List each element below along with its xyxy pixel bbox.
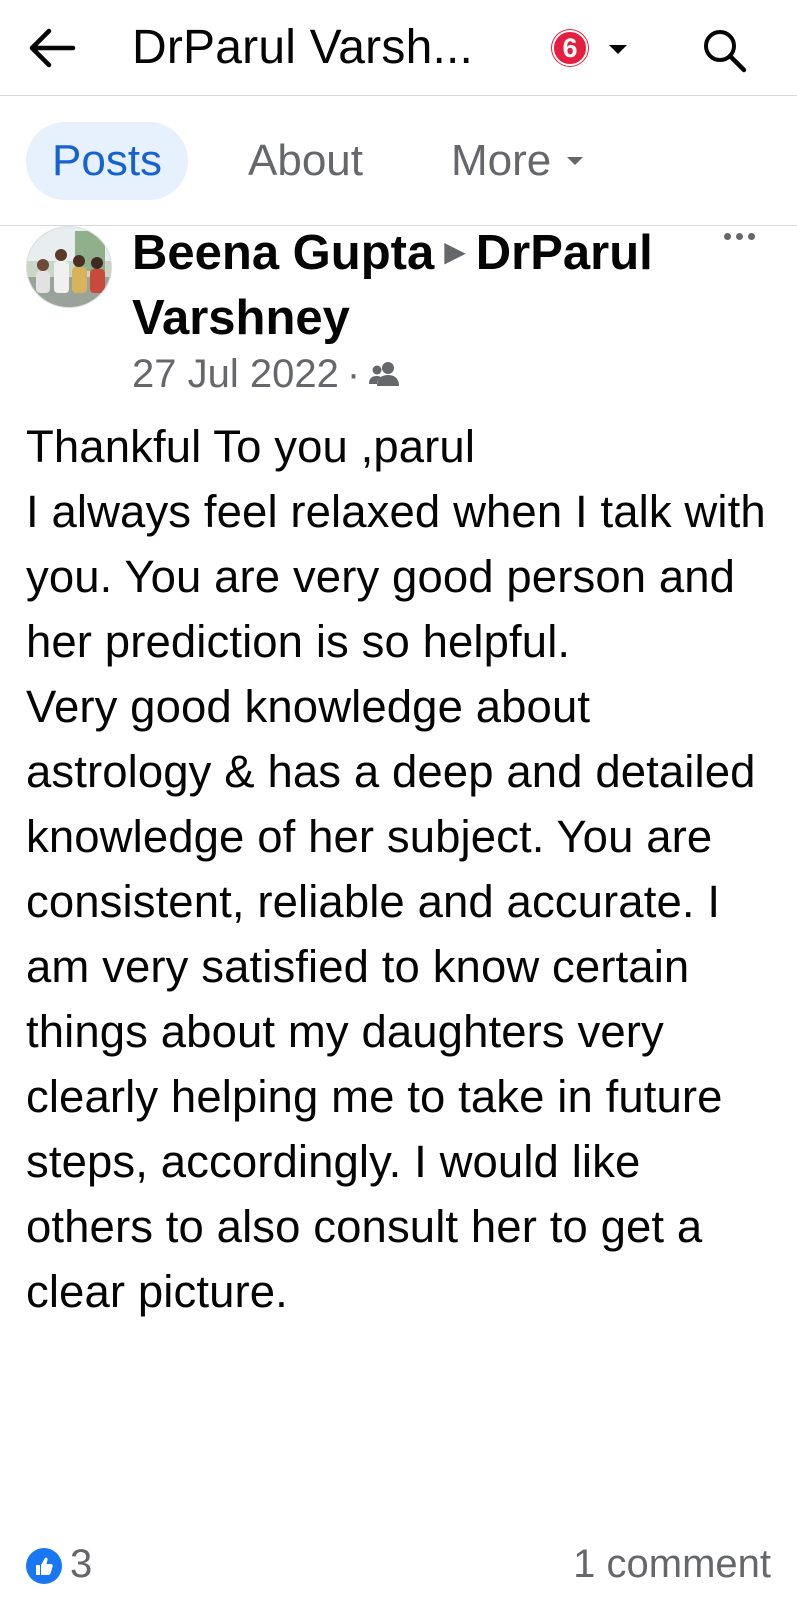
search-button[interactable] xyxy=(696,22,752,78)
meta-separator: · xyxy=(346,352,361,396)
post-options-button[interactable] xyxy=(714,218,764,254)
author-avatar[interactable] xyxy=(26,226,112,308)
page-title[interactable]: DrParul Varsh... xyxy=(132,18,473,78)
caret-down-icon xyxy=(609,45,627,54)
chevron-down-icon xyxy=(567,157,584,165)
back-arrow-icon xyxy=(29,28,76,68)
author-name[interactable]: Beena Gupta xyxy=(132,226,434,280)
title-dropdown-button[interactable] xyxy=(604,36,632,64)
search-icon xyxy=(704,30,747,73)
more-dots-icon-dot xyxy=(735,232,743,240)
arrow-right-icon: ▶ xyxy=(444,236,466,268)
reaction-summary[interactable]: 3 1 comment xyxy=(26,1542,771,1600)
post-author-line: Beena Gupta ▶ DrParul Varshney xyxy=(132,222,722,349)
post-text: Thankful To you ,parul I always feel rel… xyxy=(26,421,766,1317)
like-count[interactable]: 3 xyxy=(70,1542,92,1587)
more-dots-icon-dot xyxy=(747,232,755,240)
tab-more[interactable]: More xyxy=(451,122,585,200)
more-dots-icon xyxy=(723,232,731,240)
facebook-page-view: DrParul Varsh... 6 Posts About More Been… xyxy=(0,0,797,1600)
post-date[interactable]: 27 Jul 2022 xyxy=(132,346,339,402)
post-meta: 27 Jul 2022 · xyxy=(132,346,404,402)
friends-icon xyxy=(369,362,400,386)
top-bar: DrParul Varsh... 6 xyxy=(0,0,797,96)
comment-count[interactable]: 1 comment xyxy=(573,1542,771,1587)
like-icon xyxy=(26,1548,62,1584)
notification-badge[interactable]: 6 xyxy=(552,30,588,66)
back-button[interactable] xyxy=(22,18,82,78)
avatar-photo xyxy=(27,227,111,307)
tab-posts[interactable]: Posts xyxy=(26,122,189,200)
profile-tabs: Posts About More xyxy=(0,96,797,226)
tab-more-label: More xyxy=(451,136,552,185)
tab-about[interactable]: About xyxy=(248,122,363,200)
